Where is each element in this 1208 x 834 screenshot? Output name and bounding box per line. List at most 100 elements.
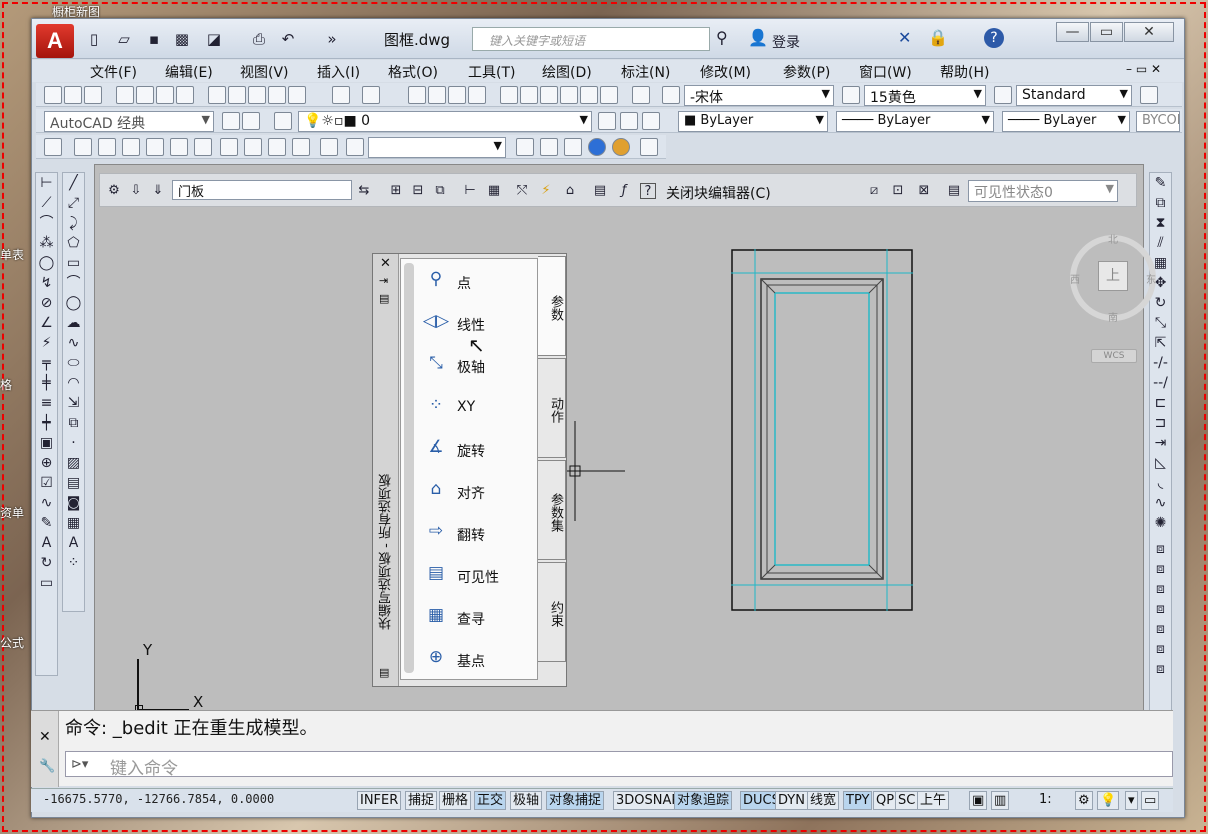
- point-parameter[interactable]: ⚲ 点: [421, 265, 531, 299]
- new-file-icon[interactable]: ▯: [84, 29, 104, 49]
- palette-properties-icon[interactable]: ▤: [379, 292, 389, 305]
- ucs-icon[interactable]: [44, 138, 62, 156]
- menu-parametric[interactable]: 参数(P): [783, 62, 830, 82]
- visual-style-icon[interactable]: [516, 138, 534, 156]
- iso-ne-icon[interactable]: [268, 138, 286, 156]
- insert-block-icon[interactable]: ⇲: [63, 393, 84, 413]
- ellipse-arc-icon[interactable]: ◠: [63, 373, 84, 393]
- open-icon[interactable]: [64, 86, 82, 104]
- status-otrack[interactable]: 对象追踪: [674, 791, 733, 810]
- spline-icon[interactable]: ∿: [63, 333, 84, 353]
- inspect-icon[interactable]: ☑: [36, 473, 57, 493]
- table-icon[interactable]: ▦: [63, 513, 84, 533]
- add-selected-icon[interactable]: ⁘: [63, 553, 84, 573]
- annotation-visibility-icon[interactable]: ⚙: [1075, 791, 1093, 810]
- tool-palettes-icon[interactable]: [540, 86, 558, 104]
- status-grid[interactable]: 栅格: [439, 791, 472, 810]
- print-icon[interactable]: ⎙: [249, 29, 269, 49]
- workspace-settings-icon[interactable]: [222, 112, 240, 130]
- menu-format[interactable]: 格式(O): [388, 62, 438, 82]
- chamfer-icon[interactable]: ◺: [1150, 453, 1171, 473]
- menu-modify[interactable]: 修改(M): [700, 62, 751, 82]
- dim-text-edit-icon[interactable]: A: [36, 533, 57, 553]
- make-visible-icon[interactable]: ⊡: [890, 183, 906, 199]
- status-snap[interactable]: 捕捉: [405, 791, 438, 810]
- alignment-parameter[interactable]: ⌂ 对齐: [421, 475, 531, 509]
- iso-sw-icon[interactable]: [220, 138, 238, 156]
- help-icon[interactable]: ?: [984, 28, 1004, 48]
- help-block-icon[interactable]: ?: [640, 183, 656, 199]
- status-lineweight[interactable]: 线宽: [807, 791, 840, 810]
- draw-order-icon[interactable]: ⧈: [1150, 539, 1171, 559]
- palette-autohide-icon[interactable]: ⇥: [379, 274, 388, 287]
- continue-icon[interactable]: ╪: [36, 373, 57, 393]
- status-3dosnap[interactable]: 3DOSNAP: [613, 791, 683, 810]
- rectangle-icon[interactable]: ▭: [63, 253, 84, 273]
- model-icon[interactable]: ▣: [969, 791, 988, 810]
- save-as-icon[interactable]: ▩: [172, 29, 192, 49]
- search-input[interactable]: 键入关键字或短语: [472, 27, 710, 51]
- jogged-linear-icon[interactable]: ∿: [36, 493, 57, 513]
- workspace-select[interactable]: AutoCAD 经典 ▼: [44, 111, 214, 132]
- lock-icon[interactable]: 🔒: [928, 28, 948, 47]
- gradient-icon[interactable]: ▤: [63, 473, 84, 493]
- linetype-select[interactable]: ──── ByLayer ▼: [836, 111, 994, 132]
- style-select[interactable]: Standard ▼: [1016, 85, 1132, 106]
- viewcube-top-face[interactable]: 上: [1098, 261, 1128, 291]
- paste-icon[interactable]: [248, 86, 266, 104]
- linecolor-select[interactable]: ■ ByLayer ▼: [678, 111, 828, 132]
- status-osnap[interactable]: 对象捕捉: [546, 791, 605, 810]
- region-icon[interactable]: ◙: [63, 493, 84, 513]
- hatch-back-icon[interactable]: ⧈: [1150, 659, 1171, 679]
- more-icon[interactable]: »: [322, 29, 342, 49]
- visibility-parameter[interactable]: ▤ 可见性: [421, 559, 531, 593]
- status-polar[interactable]: 极轴: [510, 791, 543, 810]
- design-center-icon[interactable]: [520, 86, 538, 104]
- save-block-icon[interactable]: ⇩: [128, 183, 144, 199]
- plotstyle-select[interactable]: BYCOL: [1136, 111, 1180, 132]
- visibility-state-select[interactable]: 可见性状态0 ▼: [968, 180, 1118, 202]
- menu-insert[interactable]: 插入(I): [317, 62, 360, 82]
- help-tool-icon[interactable]: [632, 86, 650, 104]
- user-icon[interactable]: 👤: [748, 28, 768, 47]
- match-props-icon[interactable]: [288, 86, 306, 104]
- cut-icon[interactable]: [208, 86, 226, 104]
- block-name-field[interactable]: 门板: [172, 180, 352, 200]
- view-top-icon[interactable]: [74, 138, 92, 156]
- rotation-parameter[interactable]: ∡ 旋转: [421, 433, 531, 467]
- palette-menu-icon[interactable]: ▤: [379, 666, 389, 679]
- zoom-previous-icon[interactable]: [468, 86, 486, 104]
- viewcube[interactable]: 上 北 南 东 西: [1070, 235, 1156, 324]
- break-icon[interactable]: ⊐: [1150, 413, 1171, 433]
- binoculars-icon[interactable]: ⚲: [716, 28, 728, 47]
- center-mark-icon[interactable]: ⊕: [36, 453, 57, 473]
- basepoint-parameter[interactable]: ⊕ 基点: [421, 643, 531, 677]
- status-ortho[interactable]: 正交: [474, 791, 507, 810]
- explode-icon[interactable]: ✺: [1150, 513, 1171, 533]
- view-left-icon[interactable]: [122, 138, 140, 156]
- coordinate-readout[interactable]: -16675.5770, -12766.7854, 0.0000: [43, 792, 274, 806]
- close-block-editor-button[interactable]: 关闭块编辑器(C): [666, 183, 771, 203]
- view-front-icon[interactable]: [170, 138, 188, 156]
- mtext-icon[interactable]: A: [63, 533, 84, 553]
- realistic-icon[interactable]: [588, 138, 606, 156]
- dim-space-icon[interactable]: ≡: [36, 393, 57, 413]
- hidden-icon[interactable]: [564, 138, 582, 156]
- font-select[interactable]: -宋体 ▼: [684, 85, 834, 106]
- tolerance-icon[interactable]: ▣: [36, 433, 57, 453]
- visibility-states-icon[interactable]: ▤: [946, 183, 962, 199]
- status-infer[interactable]: INFER: [357, 791, 402, 810]
- copy-icon[interactable]: [228, 86, 246, 104]
- visual-manager-icon[interactable]: [640, 138, 658, 156]
- layer-previous-icon[interactable]: [620, 112, 638, 130]
- join-icon[interactable]: ⇥: [1150, 433, 1171, 453]
- camera-icon[interactable]: [320, 138, 338, 156]
- attribute-icon[interactable]: ⌂: [562, 183, 578, 199]
- door-panel-drawing[interactable]: [731, 249, 913, 611]
- block-table-icon[interactable]: ▦: [486, 183, 502, 199]
- iso-se-icon[interactable]: [244, 138, 262, 156]
- copy-object-icon[interactable]: ⧉: [1150, 193, 1171, 213]
- break-point-icon[interactable]: ⊏: [1150, 393, 1171, 413]
- plot-icon[interactable]: [116, 86, 134, 104]
- lookup-parameter[interactable]: ▦ 查寻: [421, 601, 531, 635]
